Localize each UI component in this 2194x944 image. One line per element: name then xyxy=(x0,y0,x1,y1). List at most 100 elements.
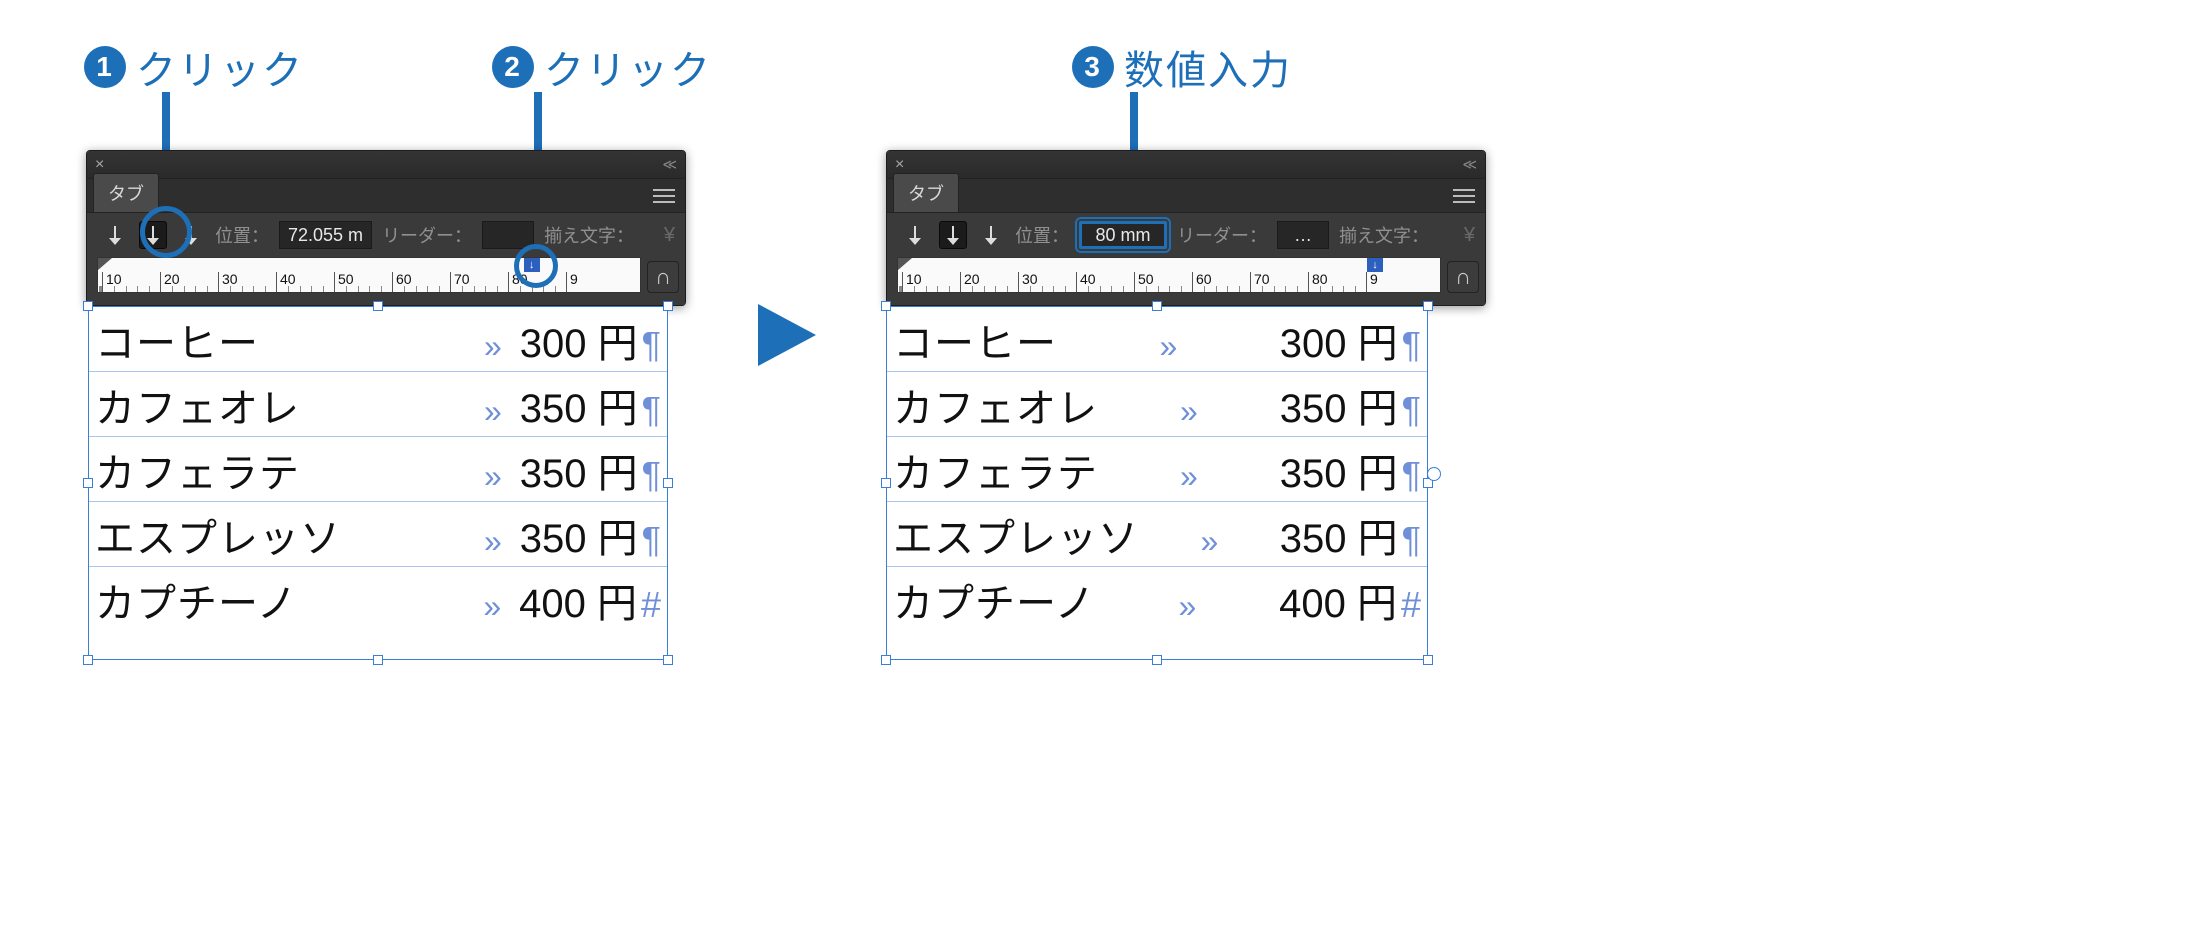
frame-handle[interactable] xyxy=(881,301,891,311)
left-tab-button[interactable] xyxy=(101,221,129,249)
left-tab-icon xyxy=(907,226,923,244)
leader-input[interactable]: … xyxy=(1277,221,1329,249)
ruler-number: 40 xyxy=(1080,271,1096,287)
ruler-number: 30 xyxy=(1022,271,1038,287)
leader-label: リーダー： xyxy=(1177,222,1267,248)
item-price: 300 円 xyxy=(1280,311,1398,369)
center-tab-button[interactable] xyxy=(139,221,167,249)
center-tab-button[interactable] xyxy=(939,221,967,249)
tab-tabs[interactable]: タブ xyxy=(893,173,959,212)
close-icon[interactable]: × xyxy=(95,156,104,174)
paragraph-mark-icon: ¶ xyxy=(1402,454,1421,496)
item-price: 350 円 xyxy=(520,376,638,434)
align-char-value: ¥ xyxy=(1464,224,1475,247)
frame-handle[interactable] xyxy=(83,655,93,665)
frame-handle[interactable] xyxy=(1423,301,1433,311)
tab-char-icon: » xyxy=(483,588,501,625)
right-tab-button[interactable] xyxy=(977,221,1005,249)
frame-handle[interactable] xyxy=(83,301,93,311)
item-price: 350 円 xyxy=(1280,441,1398,499)
frame-handle[interactable] xyxy=(881,655,891,665)
item-price: 350 円 xyxy=(520,441,638,499)
position-input[interactable]: 72.055 m xyxy=(279,221,372,249)
panel-titlebar[interactable]: × ≪ xyxy=(887,151,1485,179)
text-frame-left[interactable]: コーヒー»300 円¶カフェオレ»350 円¶カフェラテ»350 円¶エスプレッ… xyxy=(88,306,668,660)
ruler-number: 10 xyxy=(106,271,122,287)
snap-magnet-icon[interactable]: ∩ xyxy=(1447,261,1479,293)
item-name: コーヒー xyxy=(893,311,1057,369)
tab-ruler[interactable]: ↓ 10203040506070809 xyxy=(97,257,641,293)
text-frame-right[interactable]: コーヒー»300 円¶カフェオレ»350 円¶カフェラテ»350 円¶エスプレッ… xyxy=(886,306,1428,660)
leader-label: リーダー： xyxy=(382,222,472,248)
frame-handle[interactable] xyxy=(881,478,891,488)
frame-handle[interactable] xyxy=(1423,655,1433,665)
ruler-number: 80 xyxy=(1312,271,1328,287)
paragraph-mark-icon: ¶ xyxy=(642,324,661,366)
position-label: 位置： xyxy=(1015,222,1069,248)
tab-char-icon: » xyxy=(1178,588,1196,625)
frame-handle[interactable] xyxy=(83,478,93,488)
tab-char-icon: » xyxy=(1201,523,1219,560)
transition-arrow-icon xyxy=(758,304,816,366)
tabs-toolbar: 位置： 72.055 m リーダー： 揃え文字： ¥ xyxy=(87,213,685,257)
tab-char-icon: » xyxy=(1160,328,1178,365)
item-name: カフェオレ xyxy=(893,376,1098,434)
tab-stop-marker[interactable]: ↓ xyxy=(1367,258,1383,272)
paragraph-mark-icon: # xyxy=(641,584,661,626)
right-tab-button[interactable] xyxy=(177,221,205,249)
frame-handle[interactable] xyxy=(1152,301,1162,311)
ruler-number: 40 xyxy=(280,271,296,287)
paragraph-mark-icon: # xyxy=(1401,584,1421,626)
collapse-icon[interactable]: ≪ xyxy=(662,156,677,173)
position-input[interactable]: 80 mm xyxy=(1079,221,1167,249)
center-tab-icon xyxy=(945,226,961,244)
panel-menu-icon[interactable] xyxy=(1453,185,1479,207)
list-item: カフェオレ»350 円¶ xyxy=(887,372,1427,437)
frame-handle[interactable] xyxy=(663,655,673,665)
list-item: カプチーノ»400 円# xyxy=(89,567,667,631)
leader-input[interactable] xyxy=(482,221,534,249)
tab-stop-marker[interactable]: ↓ xyxy=(524,258,540,272)
frame-handle[interactable] xyxy=(663,478,673,488)
tab-tabs[interactable]: タブ xyxy=(93,173,159,212)
ruler-ticks-left: 10203040506070809 xyxy=(98,272,640,292)
paragraph-mark-icon: ¶ xyxy=(1402,389,1421,431)
align-char-label: 揃え文字： xyxy=(1339,222,1429,248)
snap-magnet-icon[interactable]: ∩ xyxy=(647,261,679,293)
callout-2-label: クリック xyxy=(544,38,712,96)
item-price: 350 円 xyxy=(1280,506,1398,564)
ruler-number: 9 xyxy=(570,271,578,287)
ruler-number: 60 xyxy=(396,271,412,287)
ruler-number: 20 xyxy=(964,271,980,287)
paragraph-mark-icon: ¶ xyxy=(642,454,661,496)
tab-ruler[interactable]: ↓ 10203040506070809 xyxy=(897,257,1441,293)
list-item: エスプレッソ»350 円¶ xyxy=(887,502,1427,567)
paragraph-mark-icon: ¶ xyxy=(1402,324,1421,366)
collapse-icon[interactable]: ≪ xyxy=(1462,156,1477,173)
list-item: カフェラテ»350 円¶ xyxy=(89,437,667,502)
tabs-toolbar: 位置： 80 mm リーダー： … 揃え文字： ¥ xyxy=(887,213,1485,257)
indent-marker-icon[interactable] xyxy=(98,258,112,270)
item-name: カフェラテ xyxy=(893,441,1098,499)
tab-char-icon: » xyxy=(1180,393,1198,430)
panel-titlebar[interactable]: × ≪ xyxy=(87,151,685,179)
item-name: コーヒー xyxy=(95,311,259,369)
panel-tabrow: タブ xyxy=(887,179,1485,213)
ruler-number: 20 xyxy=(164,271,180,287)
item-name: カフェオレ xyxy=(95,376,300,434)
close-icon[interactable]: × xyxy=(895,156,904,174)
tab-char-icon: » xyxy=(484,328,502,365)
ruler-number: 30 xyxy=(222,271,238,287)
frame-handle[interactable] xyxy=(1152,655,1162,665)
ruler-number: 10 xyxy=(906,271,922,287)
panel-menu-icon[interactable] xyxy=(653,185,679,207)
paragraph-mark-icon: ¶ xyxy=(642,389,661,431)
list-item: コーヒー » 300 円¶ xyxy=(887,307,1427,372)
outport-icon[interactable] xyxy=(1427,467,1441,481)
frame-handle[interactable] xyxy=(373,301,383,311)
ruler-number: 50 xyxy=(1138,271,1154,287)
left-tab-button[interactable] xyxy=(901,221,929,249)
frame-handle[interactable] xyxy=(373,655,383,665)
frame-handle[interactable] xyxy=(663,301,673,311)
indent-marker-icon[interactable] xyxy=(898,258,912,270)
